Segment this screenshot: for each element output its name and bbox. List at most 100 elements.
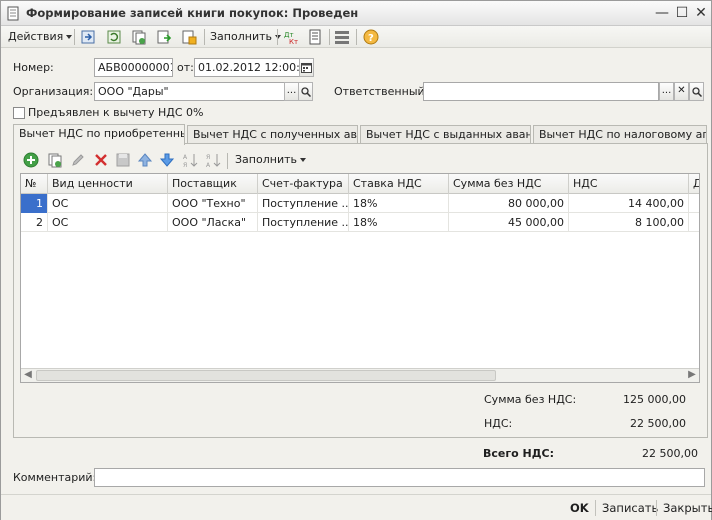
scroll-right-icon[interactable]: ▶ <box>685 369 699 382</box>
document-icon <box>7 6 19 21</box>
ok-button[interactable]: OK <box>570 500 589 516</box>
toolbar-divider <box>204 29 205 45</box>
vat-table[interactable]: № Вид ценности Поставщик Счет-фактура Ст… <box>20 173 700 383</box>
tab-tax-agent[interactable]: Вычет НДС по налоговому аг... <box>533 125 707 144</box>
maximize-icon[interactable]: ☐ <box>673 4 691 22</box>
scroll-thumb[interactable] <box>36 370 496 381</box>
col-sum[interactable]: Сумма без НДС <box>449 174 569 194</box>
cell-kind[interactable]: ОС <box>48 194 168 213</box>
fill-menu[interactable]: Заполнить <box>210 28 281 46</box>
debit-credit-icon[interactable]: ДтКт <box>283 29 299 45</box>
close-button[interactable]: Закрыть <box>663 500 712 516</box>
actions-menu-label: Действия <box>8 30 64 43</box>
vat-value: 22 500,00 <box>630 417 686 430</box>
add-row-icon[interactable] <box>23 152 39 168</box>
help-label: ? <box>368 33 374 44</box>
col-rate[interactable]: Ставка НДС <box>349 174 449 194</box>
organization-label: Организация: <box>13 85 94 98</box>
number-field[interactable]: АБВ00000001 <box>94 58 173 77</box>
delete-icon[interactable] <box>93 152 109 168</box>
date-field[interactable]: 01.02.2012 12:00:00 <box>194 58 300 77</box>
sort-descending-icon[interactable]: ЯА <box>205 152 221 168</box>
table-row[interactable]: 2 ОС ООО "Ласка" Поступление ... 18% 45 … <box>21 213 699 232</box>
toolbar-divider <box>74 29 75 45</box>
cell-invoice[interactable]: Поступление ... <box>258 194 349 213</box>
sum-without-vat-label: Сумма без НДС: <box>484 393 577 406</box>
calendar-icon <box>301 63 312 73</box>
cell-sum[interactable]: 45 000,00 <box>449 213 569 232</box>
comment-label: Комментарий: <box>13 471 97 484</box>
tab-panel: АЯ ЯА Заполнить № Вид ценности Поставщик… <box>13 143 708 438</box>
toolbar-divider <box>227 153 228 169</box>
cell-sum[interactable]: 80 000,00 <box>449 194 569 213</box>
edit-icon[interactable] <box>70 152 86 168</box>
horizontal-scrollbar[interactable]: ◀ ▶ <box>21 368 699 382</box>
calendar-button[interactable] <box>299 58 314 77</box>
tab-issued-advances[interactable]: Вычет НДС с выданных аван... <box>360 125 531 144</box>
fill-menu-label: Заполнить <box>210 30 272 43</box>
end-edit-icon[interactable] <box>115 152 131 168</box>
move-up-icon[interactable] <box>137 152 153 168</box>
organization-open-button[interactable] <box>298 82 313 101</box>
svg-text:Я: Я <box>206 154 210 161</box>
col-supplier[interactable]: Поставщик <box>168 174 258 194</box>
title-bar: Формирование записей книги покупок: Пров… <box>1 1 711 26</box>
total-vat-value: 22 500,00 <box>642 447 698 460</box>
table-row[interactable]: 1 ОС ООО "Техно" Поступление ... 18% 80 … <box>21 194 699 213</box>
chevron-down-icon <box>299 158 306 162</box>
save-button[interactable]: Записать <box>602 500 658 516</box>
post-icon[interactable] <box>80 29 96 45</box>
col-d[interactable]: Д <box>689 174 699 194</box>
number-label: Номер: <box>13 61 54 74</box>
vat0-label: Предъявлен к вычету НДС 0% <box>28 106 204 119</box>
responsible-open-button[interactable] <box>689 82 704 101</box>
footer-divider <box>656 500 657 516</box>
main-toolbar: Действия Заполнить Дт Кт ? <box>1 26 711 48</box>
refresh-icon[interactable] <box>106 29 122 45</box>
tab-received-advances[interactable]: Вычет НДС с полученных ава... <box>187 125 358 144</box>
vat0-checkbox[interactable] <box>13 107 25 119</box>
toolbar-divider <box>329 29 330 45</box>
cell-rate[interactable]: 18% <box>349 213 449 232</box>
sort-ascending-icon[interactable]: АЯ <box>182 152 198 168</box>
col-kind[interactable]: Вид ценности <box>48 174 168 194</box>
chevron-down-icon <box>66 35 73 39</box>
cell-vat[interactable]: 8 100,00 <box>569 213 689 232</box>
col-vat[interactable]: НДС <box>569 174 689 194</box>
cell-supplier[interactable]: ООО "Ласка" <box>168 213 258 232</box>
cell-supplier[interactable]: ООО "Техно" <box>168 194 258 213</box>
total-vat-label: Всего НДС: <box>483 447 554 460</box>
tab-strip: Вычет НДС по приобретенны... Вычет НДС с… <box>13 124 708 145</box>
cell-vat[interactable]: 14 400,00 <box>569 194 689 213</box>
cell-rate[interactable]: 18% <box>349 194 449 213</box>
organization-field[interactable]: ООО "Дары" <box>94 82 285 101</box>
scroll-left-icon[interactable]: ◀ <box>21 369 35 382</box>
col-invoice[interactable]: Счет-фактура <box>258 174 349 194</box>
tab-purchased-vat[interactable]: Вычет НДС по приобретенны... <box>13 124 185 145</box>
cell-invoice[interactable]: Поступление ... <box>258 213 349 232</box>
document-movements-icon[interactable] <box>181 29 197 45</box>
toolbar-divider <box>277 29 278 45</box>
grid-fill-label: Заполнить <box>235 153 297 166</box>
grid-fill-menu[interactable]: Заполнить <box>235 151 306 169</box>
minimize-icon[interactable]: — <box>653 4 671 22</box>
copy-icon[interactable] <box>131 29 147 45</box>
comment-field[interactable] <box>94 468 705 487</box>
structure-icon[interactable] <box>334 29 350 45</box>
organization-select-button[interactable]: ... <box>284 82 299 101</box>
sum-without-vat-value: 125 000,00 <box>623 393 686 406</box>
row-number: 2 <box>21 213 48 232</box>
help-icon[interactable]: ? <box>363 29 379 45</box>
responsible-field[interactable] <box>423 82 659 101</box>
close-icon[interactable]: ✕ <box>692 4 710 22</box>
search-icon <box>300 87 311 98</box>
copy-row-icon[interactable] <box>47 152 63 168</box>
report-icon[interactable] <box>307 29 323 45</box>
actions-menu[interactable]: Действия <box>8 28 73 46</box>
responsible-select-button[interactable]: ... <box>659 82 674 101</box>
create-based-on-icon[interactable] <box>156 29 172 45</box>
responsible-clear-button[interactable]: ✕ <box>674 82 689 101</box>
move-down-icon[interactable] <box>159 152 175 168</box>
col-number[interactable]: № <box>21 174 48 194</box>
cell-kind[interactable]: ОС <box>48 213 168 232</box>
